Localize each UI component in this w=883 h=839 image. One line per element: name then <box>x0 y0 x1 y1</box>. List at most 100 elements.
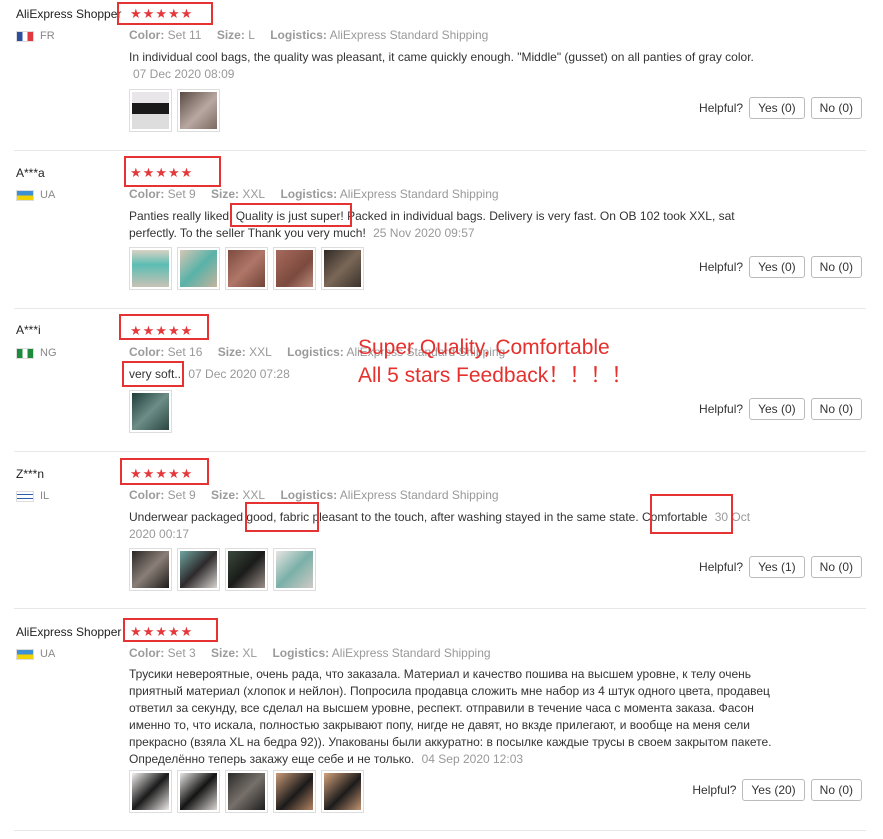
helpful-yes-button[interactable]: Yes (20) <box>742 779 805 801</box>
helpful-no-button[interactable]: No (0) <box>810 97 862 119</box>
color-value: Set 16 <box>167 345 203 359</box>
helpful-vote: Helpful? Yes (0) No (0) <box>699 97 862 119</box>
helpful-label: Helpful? <box>699 101 744 115</box>
promo-callout: Super Quality, Comfortable All 5 stars F… <box>358 334 632 390</box>
callout-line: Super Quality, Comfortable <box>358 336 610 359</box>
helpful-yes-button[interactable]: Yes (0) <box>749 398 805 420</box>
review-date: 07 Dec 2020 07:28 <box>188 367 290 381</box>
size-label: Size: <box>211 646 240 660</box>
size-label: Size: <box>211 187 240 201</box>
photo-thumbnail[interactable] <box>225 247 268 290</box>
highlight-box <box>122 361 184 387</box>
photo-thumbnail[interactable] <box>225 770 268 813</box>
photo-thumbnail[interactable] <box>177 770 220 813</box>
country-code: IL <box>40 490 50 502</box>
review-date: 07 Dec 2020 08:09 <box>133 67 235 81</box>
reviewer-country: FR <box>16 30 55 42</box>
review-text: In individual cool bags, the quality was… <box>129 49 779 83</box>
photo-thumbnail[interactable] <box>129 770 172 813</box>
photo-thumbnail[interactable] <box>129 247 172 290</box>
size-value: XXL <box>242 187 266 201</box>
size-label: Size: <box>211 488 240 502</box>
color-value: Set 3 <box>167 646 196 660</box>
size-value: XXL <box>242 488 266 502</box>
logistics-label: Logistics: <box>272 646 330 660</box>
review-photos <box>129 390 172 433</box>
reviewer-name: Z***n <box>16 467 45 481</box>
reviewer-name: AliExpress Shopper <box>16 625 122 639</box>
highlight-box <box>650 494 733 534</box>
color-value: Set 9 <box>167 187 196 201</box>
divider <box>14 451 866 452</box>
helpful-no-button[interactable]: No (0) <box>810 779 862 801</box>
size-value: XL <box>242 646 258 660</box>
logistics-value: AliExpress Standard Shipping <box>331 646 491 660</box>
helpful-no-button[interactable]: No (0) <box>810 398 862 420</box>
helpful-yes-button[interactable]: Yes (0) <box>749 256 805 278</box>
photo-thumbnail[interactable] <box>321 770 364 813</box>
review-body: In individual cool bags, the quality was… <box>129 50 754 64</box>
photo-thumbnail[interactable] <box>273 770 316 813</box>
size-value: L <box>248 28 255 42</box>
helpful-yes-button[interactable]: Yes (1) <box>749 556 805 578</box>
size-value: XXL <box>249 345 272 359</box>
helpful-vote: Helpful? Yes (20) No (0) <box>692 779 862 801</box>
helpful-vote: Helpful? Yes (1) No (0) <box>699 556 862 578</box>
review-body: pleasant to the touch, after washing sta… <box>309 510 642 524</box>
divider <box>14 830 866 831</box>
divider <box>14 150 866 151</box>
logistics-label: Logistics: <box>287 345 344 359</box>
reviewer-country: NG <box>16 347 57 359</box>
photo-thumbnail[interactable] <box>177 548 220 591</box>
photo-thumbnail[interactable] <box>225 548 268 591</box>
order-meta: Color: Set 9 Size: XXL Logistics: AliExp… <box>129 187 499 201</box>
logistics-value: AliExpress Standard Shipping <box>339 187 499 201</box>
helpful-label: Helpful? <box>699 402 744 416</box>
order-meta: Color: Set 11 Size: L Logistics: AliExpr… <box>129 28 488 42</box>
reviewer-name: A***i <box>16 323 41 337</box>
photo-thumbnail[interactable] <box>129 89 172 132</box>
highlight-box <box>230 203 352 227</box>
highlight-box <box>245 502 319 532</box>
review-date: 25 Nov 2020 09:57 <box>373 226 475 240</box>
color-label: Color: <box>129 28 165 42</box>
helpful-label: Helpful? <box>699 560 744 574</box>
logistics-label: Logistics: <box>280 187 338 201</box>
photo-thumbnail[interactable] <box>129 390 172 433</box>
helpful-label: Helpful? <box>699 260 744 274</box>
review-photos <box>129 770 364 813</box>
color-label: Color: <box>129 488 165 502</box>
flag-ua-icon <box>16 648 34 660</box>
photo-thumbnail[interactable] <box>273 247 316 290</box>
logistics-label: Logistics: <box>270 28 327 42</box>
photo-thumbnail[interactable] <box>321 247 364 290</box>
highlight-box <box>117 2 213 25</box>
color-value: Set 9 <box>167 488 196 502</box>
helpful-yes-button[interactable]: Yes (0) <box>749 97 805 119</box>
color-label: Color: <box>129 345 165 359</box>
review-body: Panties really liked. <box>129 209 236 223</box>
helpful-label: Helpful? <box>692 783 737 797</box>
color-value: Set 11 <box>167 28 202 42</box>
order-meta: Color: Set 3 Size: XL Logistics: AliExpr… <box>129 646 491 660</box>
logistics-value: AliExpress Standard Shipping <box>339 488 499 502</box>
flag-il-icon <box>16 490 34 502</box>
reviewer-country: UA <box>16 648 55 660</box>
helpful-no-button[interactable]: No (0) <box>810 556 862 578</box>
divider <box>14 308 866 309</box>
flag-ng-icon <box>16 347 34 359</box>
helpful-vote: Helpful? Yes (0) No (0) <box>699 398 862 420</box>
size-label: Size: <box>216 28 245 42</box>
flag-ua-icon <box>16 189 34 201</box>
photo-thumbnail[interactable] <box>177 89 220 132</box>
helpful-no-button[interactable]: No (0) <box>810 256 862 278</box>
photo-thumbnail[interactable] <box>129 548 172 591</box>
reviewer-country: UA <box>16 189 55 201</box>
highlight-box <box>124 156 221 187</box>
helpful-vote: Helpful? Yes (0) No (0) <box>699 256 862 278</box>
country-code: NG <box>40 347 57 359</box>
flag-fr-icon <box>16 30 34 42</box>
photo-thumbnail[interactable] <box>273 548 316 591</box>
highlight-box <box>120 458 209 485</box>
photo-thumbnail[interactable] <box>177 247 220 290</box>
